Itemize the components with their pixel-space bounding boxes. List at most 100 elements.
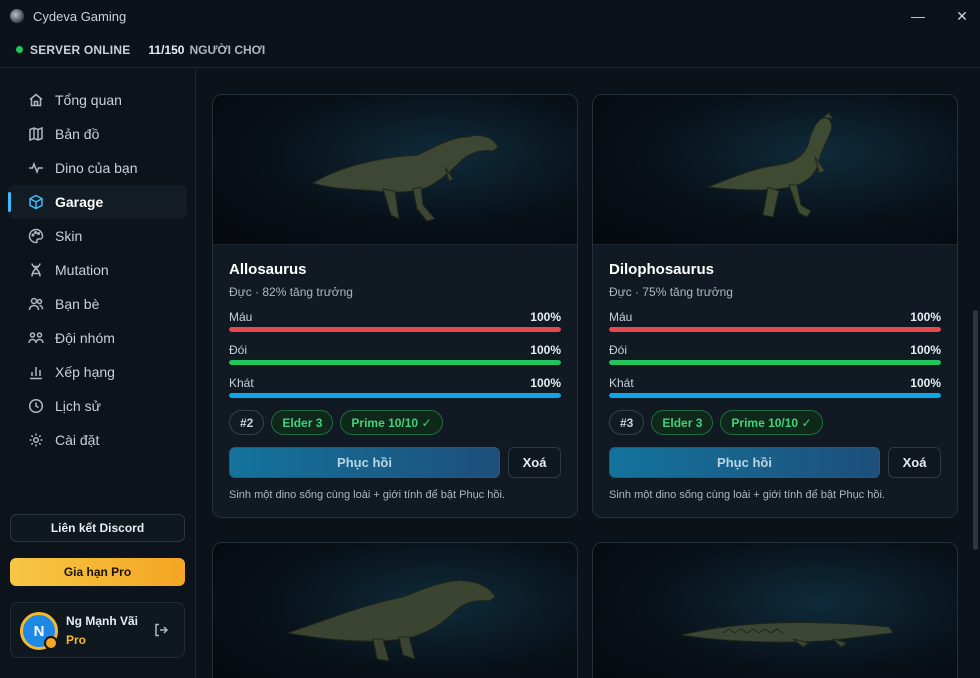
stat-health: Máu 100% — [229, 310, 561, 332]
sidebar-item-skin[interactable]: Skin — [8, 219, 187, 253]
sidebar-item-label: Đội nhóm — [55, 330, 115, 346]
restore-hint: Sinh một dino sống cùng loài + giới tính… — [229, 489, 505, 501]
sidebar-item-ranking[interactable]: Xếp hạng — [8, 355, 187, 389]
sidebar-item-label: Dino của bạn — [55, 160, 138, 176]
sidebar-item-label: Bạn bè — [55, 296, 100, 312]
scrollbar[interactable] — [973, 310, 978, 550]
restore-button[interactable]: Phục hồi — [229, 447, 500, 478]
sidebar-item-label: Skin — [55, 228, 83, 244]
rank-tag: #2 — [229, 410, 265, 435]
dino-image — [593, 543, 957, 678]
clock-icon — [28, 398, 44, 414]
dino-card — [592, 542, 958, 678]
link-discord-button[interactable]: Liên kết Discord — [10, 514, 185, 542]
sidebar-item-overview[interactable]: Tổng quan — [8, 83, 187, 117]
stat-label: Máu — [609, 310, 633, 324]
stat-value: 100% — [910, 376, 941, 390]
restore-button[interactable]: Phục hồi — [609, 447, 880, 478]
dino-card: Allosaurus Đực · 82% tăng trưởng Máu 100%… — [212, 94, 578, 518]
title-bar: Cydeva Gaming — ✕ — [0, 0, 980, 32]
palette-icon — [28, 228, 44, 244]
delete-button[interactable]: Xoá — [888, 447, 941, 478]
stat-health: Máu 100% — [609, 310, 941, 332]
dino-image — [213, 543, 577, 678]
stat-value: 100% — [530, 310, 561, 324]
player-count: 11/150 — [148, 42, 185, 57]
sidebar-item-friends[interactable]: Bạn bè — [8, 287, 187, 321]
home-icon — [28, 92, 44, 108]
dino-meta: Đực · 82% tăng trưởng — [229, 285, 353, 299]
card-actions: Phục hồi Xoá — [229, 447, 561, 478]
stat-hunger: Đói 100% — [609, 343, 941, 365]
sidebar-item-label: Bản đồ — [55, 126, 100, 142]
sidebar-item-label: Xếp hạng — [55, 364, 115, 380]
team-icon — [28, 330, 44, 346]
thirst-bar-fill — [609, 393, 941, 398]
avatar-initial: N — [33, 622, 45, 640]
user-tier: Pro — [66, 633, 87, 647]
hunger-bar-fill — [229, 360, 561, 365]
app-logo — [10, 9, 24, 23]
sidebar-item-history[interactable]: Lịch sử — [8, 389, 187, 423]
server-status-bar: SERVER ONLINE 11/150 NGƯỜI CHƠI — [0, 32, 980, 68]
cube-icon — [28, 194, 44, 210]
card-actions: Phục hồi Xoá — [609, 447, 941, 478]
stat-label: Đói — [609, 343, 628, 357]
stat-label: Đói — [229, 343, 248, 357]
sidebar-item-settings[interactable]: Cài đặt — [8, 423, 187, 457]
prime-tag: Prime 10/10 ✓ — [720, 410, 823, 435]
stat-label: Khát — [229, 376, 254, 390]
delete-button[interactable]: Xoá — [508, 447, 561, 478]
renew-pro-button[interactable]: Gia hạn Pro — [10, 558, 185, 586]
sidebar-item-my-dino[interactable]: Dino của bạn — [8, 151, 187, 185]
online-dot-icon — [16, 46, 23, 53]
elder-tag: Elder 3 — [651, 410, 714, 435]
sidebar-item-label: Lịch sử — [55, 398, 101, 414]
user-card: N Ng Mạnh Vãi Pro — [10, 602, 185, 658]
sidebar-item-label: Tổng quan — [55, 92, 122, 108]
minimize-button[interactable]: — — [908, 6, 928, 26]
sidebar-item-team[interactable]: Đội nhóm — [8, 321, 187, 355]
users-icon — [28, 296, 44, 312]
sidebar-item-label: Garage — [55, 194, 104, 210]
dino-name: Dilophosaurus — [609, 261, 715, 278]
thirst-bar — [229, 393, 561, 398]
dino-card: Dilophosaurus Đực · 75% tăng trưởng Máu 1… — [592, 94, 958, 518]
thirst-bar — [609, 393, 941, 398]
stat-value: 100% — [530, 343, 561, 357]
sidebar-item-label: Cài đặt — [55, 432, 100, 448]
health-bar-fill — [609, 327, 941, 332]
health-bar — [229, 327, 561, 332]
sidebar-item-mutation[interactable]: Mutation — [8, 253, 187, 287]
logout-icon[interactable] — [153, 622, 169, 638]
close-button[interactable]: ✕ — [952, 6, 972, 26]
sidebar-item-garage[interactable]: Garage — [8, 185, 187, 219]
tag-list: #3 Elder 3 Prime 10/10 ✓ — [609, 410, 941, 435]
thirst-bar-fill — [229, 393, 561, 398]
gear-icon — [28, 432, 44, 448]
dino-card — [212, 542, 578, 678]
rank-tag: #3 — [609, 410, 645, 435]
stat-value: 100% — [910, 310, 941, 324]
stat-value: 100% — [910, 343, 941, 357]
stat-thirst: Khát 100% — [609, 376, 941, 398]
pro-badge-icon — [44, 636, 58, 650]
hunger-bar-fill — [609, 360, 941, 365]
restore-hint: Sinh một dino sống cùng loài + giới tính… — [609, 489, 885, 501]
tag-list: #2 Elder 3 Prime 10/10 ✓ — [229, 410, 561, 435]
sidebar-item-label: Mutation — [55, 262, 109, 278]
health-bar — [609, 327, 941, 332]
dino-meta: Đực · 75% tăng trưởng — [609, 285, 733, 299]
server-status-label: SERVER ONLINE — [30, 42, 131, 57]
user-name: Ng Mạnh Vãi — [66, 614, 139, 628]
stat-value: 100% — [530, 376, 561, 390]
sidebar-item-map[interactable]: Bản đồ — [8, 117, 187, 151]
player-count-label: NGƯỜI CHƠI — [189, 42, 266, 57]
stat-hunger: Đói 100% — [229, 343, 561, 365]
activity-icon — [28, 160, 44, 176]
dino-name: Allosaurus — [229, 261, 307, 278]
stat-label: Khát — [609, 376, 634, 390]
hunger-bar — [609, 360, 941, 365]
prime-tag: Prime 10/10 ✓ — [340, 410, 443, 435]
dino-image — [213, 95, 577, 245]
